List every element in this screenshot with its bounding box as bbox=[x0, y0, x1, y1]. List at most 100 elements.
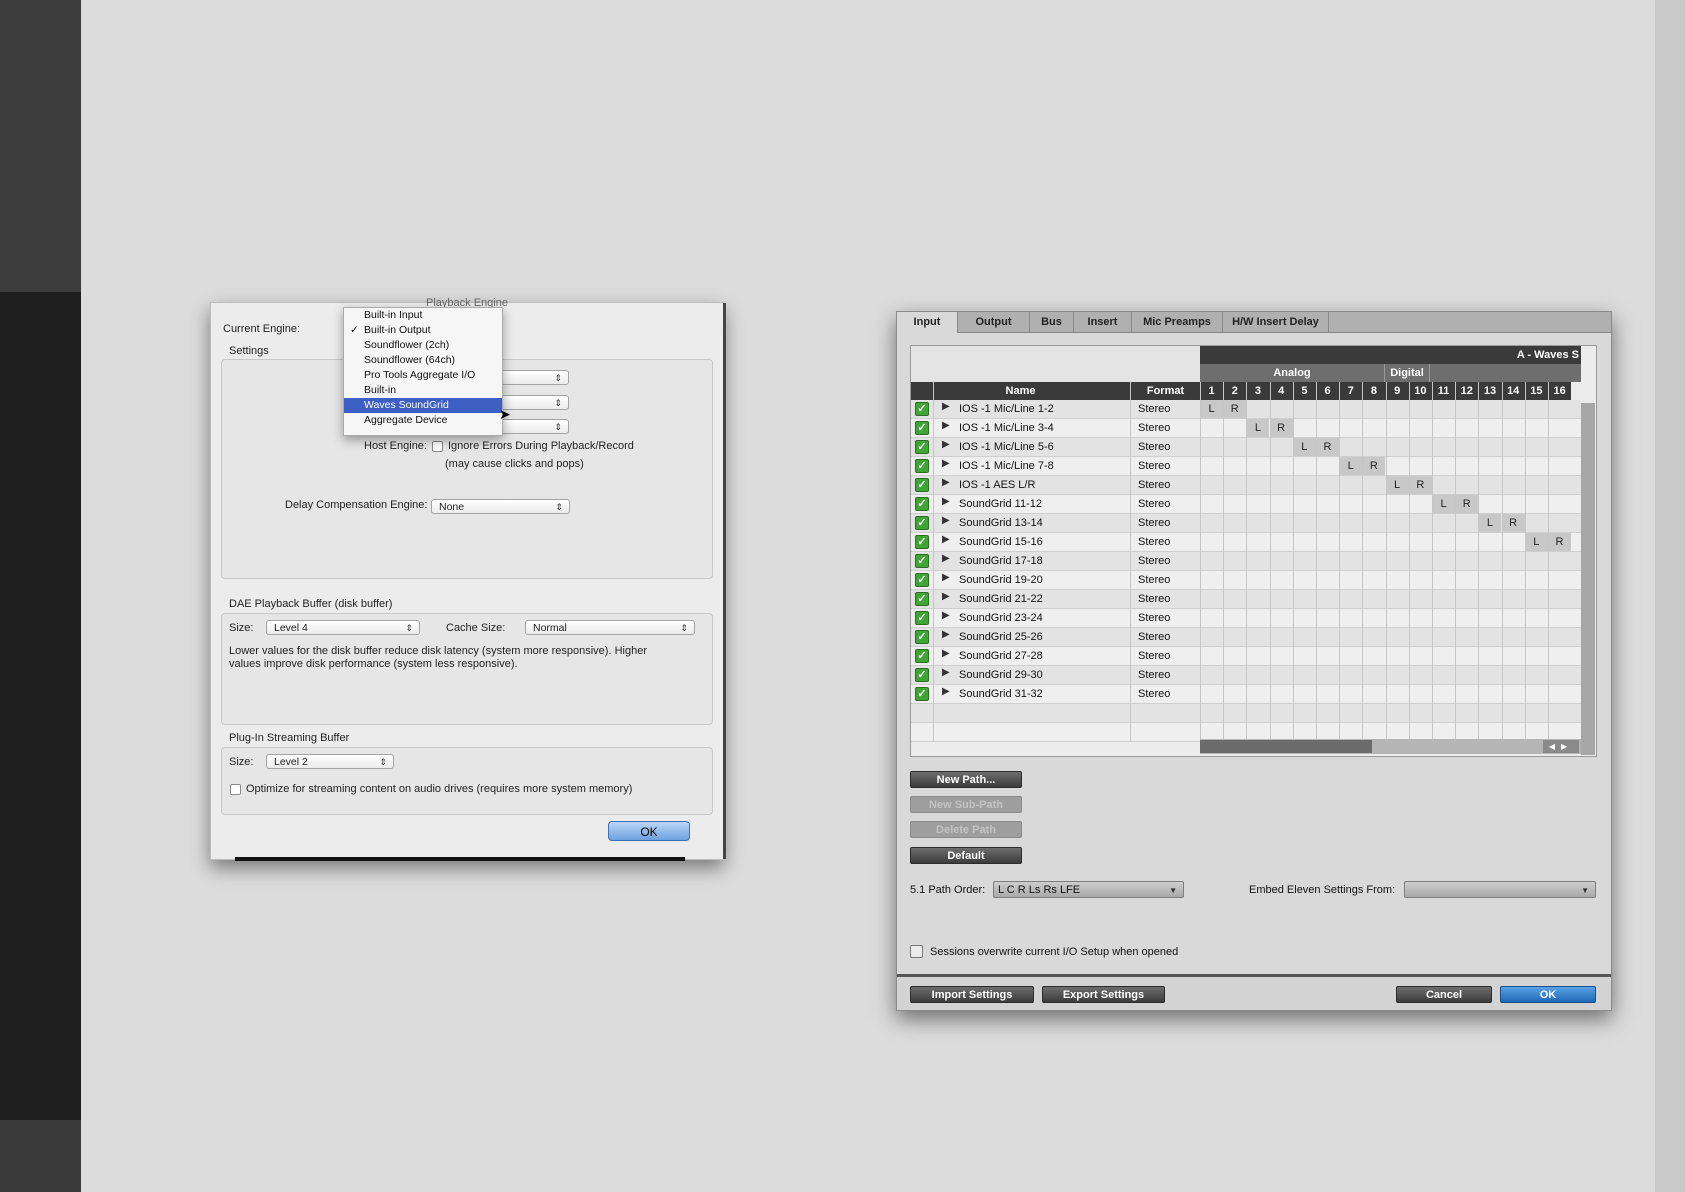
row-active-checkbox[interactable]: ✓ bbox=[915, 630, 929, 644]
expand-triangle-icon[interactable]: ▶ bbox=[942, 496, 950, 507]
menu-item[interactable]: Soundflower (2ch) bbox=[344, 338, 502, 353]
path-format: Stereo bbox=[1138, 669, 1171, 681]
path-format: Stereo bbox=[1138, 498, 1171, 510]
tab-h-w-insert-delay[interactable]: H/W Insert Delay bbox=[1223, 312, 1329, 332]
default-button[interactable]: Default bbox=[910, 847, 1022, 864]
row-active-checkbox[interactable]: ✓ bbox=[915, 459, 929, 473]
row-active-checkbox[interactable]: ✓ bbox=[915, 402, 929, 416]
channel-assignment-cell[interactable]: L bbox=[1339, 457, 1363, 475]
menu-item[interactable]: Pro Tools Aggregate I/O bbox=[344, 368, 502, 383]
channel-assignment-cell[interactable]: L bbox=[1246, 419, 1270, 437]
delete-path-button[interactable]: Delete Path bbox=[910, 821, 1022, 838]
channel-assignment-cell[interactable]: L bbox=[1200, 400, 1223, 418]
channel-assignment-cell[interactable]: R bbox=[1223, 400, 1247, 418]
tab-input[interactable]: Input bbox=[897, 312, 958, 333]
ok-button[interactable]: OK bbox=[1500, 986, 1596, 1003]
channel-assignment-cell[interactable]: L bbox=[1292, 438, 1316, 456]
row-active-checkbox[interactable]: ✓ bbox=[915, 535, 929, 549]
expand-triangle-icon[interactable]: ▶ bbox=[942, 515, 950, 526]
row-active-checkbox[interactable]: ✓ bbox=[915, 687, 929, 701]
expand-triangle-icon[interactable]: ▶ bbox=[942, 591, 950, 602]
path-name: SoundGrid 19-20 bbox=[959, 574, 1043, 586]
channel-header: 3 bbox=[1246, 382, 1270, 400]
expand-triangle-icon[interactable]: ▶ bbox=[942, 458, 950, 469]
row-active-checkbox[interactable]: ✓ bbox=[915, 649, 929, 663]
import-settings-button[interactable]: Import Settings bbox=[910, 986, 1034, 1003]
channel-header: 1 bbox=[1200, 382, 1224, 400]
row-active-checkbox[interactable]: ✓ bbox=[915, 478, 929, 492]
channel-assignment-cell[interactable]: L bbox=[1524, 533, 1548, 551]
row-active-checkbox[interactable]: ✓ bbox=[915, 573, 929, 587]
expand-triangle-icon[interactable]: ▶ bbox=[942, 667, 950, 678]
row-active-checkbox[interactable]: ✓ bbox=[915, 592, 929, 606]
embed-settings-popup[interactable]: ▼ bbox=[1404, 881, 1596, 898]
channel-assignment-cell[interactable]: R bbox=[1362, 457, 1386, 475]
expand-triangle-icon[interactable]: ▶ bbox=[942, 420, 950, 431]
new-path-button[interactable]: New Path... bbox=[910, 771, 1022, 788]
expand-triangle-icon[interactable]: ▶ bbox=[942, 629, 950, 640]
settings-popup-2[interactable]: ⇕ bbox=[501, 395, 569, 410]
menu-items: Built-in Input ✓ Built-in Output Soundflowe… bbox=[344, 308, 502, 428]
path-format: Stereo bbox=[1138, 479, 1171, 491]
row-active-checkbox[interactable]: ✓ bbox=[915, 421, 929, 435]
expand-triangle-icon[interactable]: ▶ bbox=[942, 439, 950, 450]
channel-assignment-cell[interactable]: L bbox=[1385, 476, 1409, 494]
menu-item[interactable]: Built-in Input bbox=[344, 308, 502, 323]
plugin-size-popup[interactable]: Level 2 ⇕ bbox=[266, 754, 394, 769]
row-active-checkbox[interactable]: ✓ bbox=[915, 554, 929, 568]
dae-size-label: Size: bbox=[229, 622, 254, 634]
channel-assignment-cell[interactable]: R bbox=[1269, 419, 1293, 437]
path-order-popup[interactable]: L C R Ls Rs LFE ▼ bbox=[993, 881, 1184, 898]
column-header-name[interactable]: Name bbox=[911, 382, 1130, 400]
tab-output[interactable]: Output bbox=[958, 312, 1030, 332]
menu-item[interactable]: Soundflower (64ch) bbox=[344, 353, 502, 368]
channel-assignment-cell[interactable]: L bbox=[1478, 514, 1502, 532]
menu-item[interactable]: Aggregate Device bbox=[344, 413, 502, 428]
path-name: SoundGrid 13-14 bbox=[959, 517, 1043, 529]
delay-compensation-popup[interactable]: None ⇕ bbox=[431, 499, 570, 514]
ok-button[interactable]: OK bbox=[608, 821, 690, 841]
channel-assignment-cell[interactable]: R bbox=[1316, 438, 1339, 456]
channel-assignment-cell[interactable]: R bbox=[1501, 514, 1525, 532]
menu-item[interactable]: ✓ Built-in Output bbox=[344, 323, 502, 338]
row-active-checkbox[interactable]: ✓ bbox=[915, 611, 929, 625]
settings-popup-1[interactable]: ⇕ bbox=[501, 370, 569, 385]
popup-arrow-icon: ⇕ bbox=[680, 623, 688, 633]
row-active-checkbox[interactable]: ✓ bbox=[915, 516, 929, 530]
tab-bus[interactable]: Bus bbox=[1030, 312, 1074, 332]
expand-triangle-icon[interactable]: ▶ bbox=[942, 401, 950, 412]
expand-triangle-icon[interactable]: ▶ bbox=[942, 572, 950, 583]
expand-triangle-icon[interactable]: ▶ bbox=[942, 648, 950, 659]
channel-header: 16 bbox=[1548, 382, 1572, 400]
row-active-checkbox[interactable]: ✓ bbox=[915, 440, 929, 454]
channel-assignment-cell[interactable]: R bbox=[1408, 476, 1432, 494]
dae-size-popup[interactable]: Level 4 ⇕ bbox=[266, 620, 420, 635]
menu-item[interactable]: Built-in bbox=[344, 383, 502, 398]
channel-assignment-cell[interactable]: R bbox=[1455, 495, 1479, 513]
vertical-scrollbar[interactable] bbox=[1581, 403, 1595, 755]
expand-triangle-icon[interactable]: ▶ bbox=[942, 553, 950, 564]
export-settings-button[interactable]: Export Settings bbox=[1042, 986, 1165, 1003]
channel-assignment-cell[interactable]: L bbox=[1432, 495, 1455, 513]
channel-assignment-cell[interactable]: R bbox=[1548, 533, 1571, 551]
expand-triangle-icon[interactable]: ▶ bbox=[942, 477, 950, 488]
optimize-streaming-checkbox[interactable] bbox=[230, 784, 241, 795]
row-active-checkbox[interactable]: ✓ bbox=[915, 668, 929, 682]
tab-insert[interactable]: Insert bbox=[1074, 312, 1132, 332]
horizontal-scroll-thumb[interactable] bbox=[1200, 740, 1372, 753]
ignore-errors-checkbox[interactable] bbox=[432, 441, 443, 452]
settings-popup-3[interactable]: ⇕ bbox=[501, 419, 569, 434]
menu-item[interactable]: Waves SoundGrid bbox=[344, 398, 502, 413]
tab-mic-preamps[interactable]: Mic Preamps bbox=[1132, 312, 1223, 332]
expand-triangle-icon[interactable]: ▶ bbox=[942, 534, 950, 545]
sessions-overwrite-checkbox[interactable] bbox=[910, 945, 923, 958]
scroll-arrows-icon[interactable]: ◀▶ bbox=[1543, 740, 1579, 753]
column-header-format[interactable]: Format bbox=[1130, 382, 1200, 400]
path-format: Stereo bbox=[1138, 460, 1171, 472]
cache-size-popup[interactable]: Normal ⇕ bbox=[525, 620, 695, 635]
row-active-checkbox[interactable]: ✓ bbox=[915, 497, 929, 511]
new-sub-path-button[interactable]: New Sub-Path bbox=[910, 796, 1022, 813]
cancel-button[interactable]: Cancel bbox=[1396, 986, 1492, 1003]
expand-triangle-icon[interactable]: ▶ bbox=[942, 686, 950, 697]
expand-triangle-icon[interactable]: ▶ bbox=[942, 610, 950, 621]
